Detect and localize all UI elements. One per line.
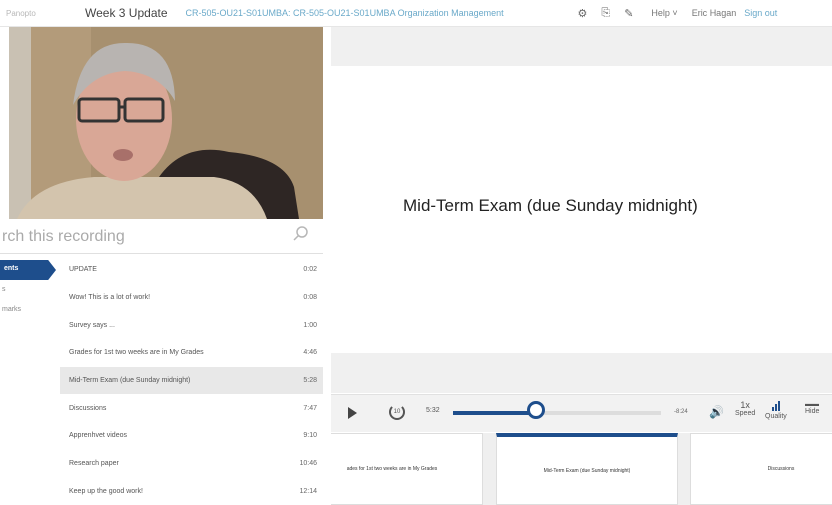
help-menu[interactable]: Help ˅ — [651, 8, 677, 18]
list-item-title: Mid-Term Exam (due Sunday midnight) — [69, 377, 191, 385]
list-item-title: Wow! This is a lot of work! — [69, 294, 151, 302]
tab-bookmarks[interactable]: marks — [2, 306, 21, 313]
list-item-time: 0:08 — [303, 294, 317, 302]
list-item[interactable]: Survey says ... 1:00 — [60, 311, 323, 339]
share-icon[interactable]: ⎘ — [601, 7, 610, 20]
contents-list: UPDATE 0:02 Wow! This is a lot of work! 0:0… — [60, 256, 323, 505]
list-item[interactable]: Mid-Term Exam (due Sunday midnight) 5:28 — [60, 366, 323, 395]
list-item-time: 9:10 — [303, 432, 317, 440]
list-item[interactable]: Wow! This is a lot of work! 0:08 — [60, 284, 323, 312]
thumbnail-label: Mid-Term Exam (due Sunday midnight) — [543, 467, 631, 474]
remaining-time: -8:24 — [674, 409, 688, 415]
sign-out-link[interactable]: Sign out — [744, 8, 777, 18]
tab-contents[interactable]: ents — [0, 260, 56, 280]
hide-icon: ▬▬ — [805, 401, 819, 408]
elapsed-time: 5:32 — [426, 407, 440, 414]
webcam-image — [9, 27, 323, 219]
list-item-time: 4:46 — [303, 349, 317, 357]
list-item-title: Keep up the good work! — [69, 487, 143, 495]
search-bar[interactable]: rch this recording — [0, 220, 323, 254]
list-item-time: 0:02 — [303, 266, 317, 274]
logo[interactable]: Panopto — [0, 9, 85, 18]
list-item-time: 5:28 — [303, 377, 317, 385]
list-item-time: 12:14 — [299, 487, 317, 495]
recording-title: Week 3 Update — [85, 6, 168, 20]
quality-icon — [765, 401, 787, 411]
search-input[interactable]: rch this recording — [0, 228, 293, 246]
top-bar: Panopto Week 3 Update CR-505-OU21-S01UMB… — [0, 0, 832, 27]
player-controls: 10 5:32 -8:24 🔊 1x Speed Quality ▬▬ Hide — [331, 394, 832, 432]
gear-icon[interactable]: ⚙ — [578, 7, 588, 20]
list-item-title: Grades for 1st two weeks are in My Grade… — [69, 349, 204, 357]
list-item-title: Research paper — [69, 460, 119, 468]
progress-knob[interactable] — [527, 401, 546, 419]
list-item[interactable]: Apprenhvet videos 9:10 — [60, 422, 323, 450]
thumbnail-active[interactable]: Mid-Term Exam (due Sunday midnight) — [496, 433, 678, 505]
slide: Mid-Term Exam (due Sunday midnight) — [331, 66, 832, 353]
thumbnail-label: Discussions — [767, 466, 795, 472]
progress-fill — [453, 411, 537, 415]
speed-label: Speed — [735, 410, 756, 417]
hide-button[interactable]: ▬▬ Hide — [805, 401, 819, 415]
webcam-video[interactable] — [9, 27, 323, 219]
user-name: Eric Hagan — [691, 8, 737, 18]
search-icon[interactable] — [293, 226, 313, 247]
quality-button[interactable]: Quality — [765, 401, 787, 420]
progress-track[interactable] — [453, 411, 661, 415]
play-icon[interactable] — [348, 407, 357, 419]
list-item-title: Apprenhvet videos — [69, 432, 127, 440]
tab-notes[interactable]: s — [2, 286, 6, 293]
list-item[interactable]: Keep up the good work! 12:14 — [60, 478, 323, 505]
list-item-title: UPDATE — [69, 266, 97, 274]
list-item[interactable]: Grades for 1st two weeks are in My Grade… — [60, 339, 323, 367]
rewind-icon[interactable]: 10 — [389, 404, 405, 420]
thumbnail-strip: ades for 1st two weeks are in My Grades … — [331, 433, 832, 505]
list-item-time: 7:47 — [303, 404, 317, 412]
left-nav: ents s marks — [0, 258, 60, 505]
list-item[interactable]: Research paper 10:46 — [60, 450, 323, 478]
speed-value: 1x — [740, 400, 750, 410]
list-item-title: Survey says ... — [69, 321, 115, 329]
thumbnail-label: ades for 1st two weeks are in My Grades — [346, 466, 438, 472]
list-item[interactable]: UPDATE 0:02 — [60, 256, 323, 284]
list-item-time: 1:00 — [303, 321, 317, 329]
edit-icon[interactable]: ✎ — [624, 7, 633, 20]
list-item-time: 10:46 — [299, 460, 317, 468]
list-item-title: Discussions — [69, 404, 107, 412]
thumbnail[interactable]: Discussions — [690, 433, 832, 505]
speed-button[interactable]: 1x Speed — [735, 400, 755, 417]
hide-label: Hide — [805, 408, 820, 415]
volume-icon[interactable]: 🔊 — [709, 405, 724, 419]
slide-title: Mid-Term Exam (due Sunday midnight) — [403, 196, 698, 215]
toolbar: ⚙ ⎘ ✎ — [578, 7, 634, 20]
quality-label: Quality — [765, 413, 787, 420]
thumbnail[interactable]: ades for 1st two weeks are in My Grades — [331, 433, 483, 505]
list-item[interactable]: Discussions 7:47 — [60, 394, 323, 422]
course-link[interactable]: CR-505-OU21-S01UMBA: CR-505-OU21-S01UMBA… — [186, 8, 578, 18]
